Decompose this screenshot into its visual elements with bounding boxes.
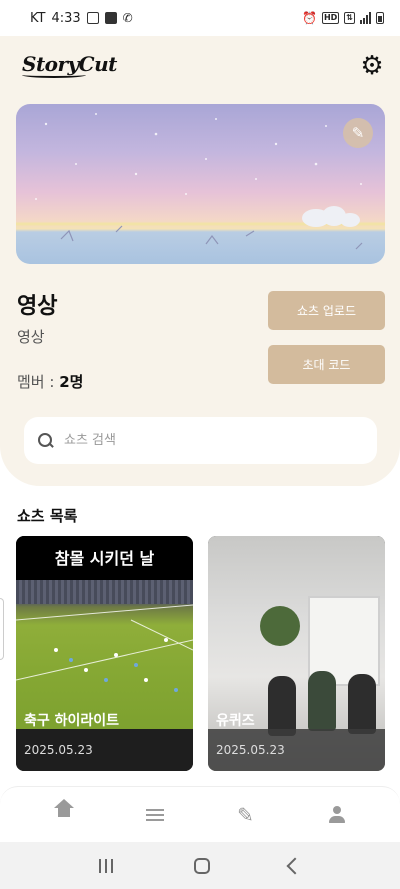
maps-icon [104, 12, 117, 24]
search-icon [38, 432, 54, 449]
shorts-card[interactable]: 참몰 시키던 날 축구 하이라이트 2025.05.23 [16, 536, 193, 771]
soccer-field-lines [16, 604, 193, 692]
pencil-icon: ✎ [237, 802, 254, 827]
status-left: KT 4:33 ✆ [30, 11, 133, 26]
lte-icon: ⇅ [344, 12, 355, 24]
carrier: KT [30, 10, 46, 26]
shorts-card[interactable]: 유퀴즈 2025.05.23 [208, 536, 385, 771]
card-date: 2025.05.23 [24, 743, 93, 757]
nav-profile[interactable] [307, 795, 367, 835]
thumbnail-person [348, 674, 376, 734]
bottom-nav: ✎ [0, 786, 400, 842]
shorts-section-title: 쇼츠 목록 [17, 507, 78, 525]
banner-illustration [16, 113, 385, 250]
back-icon[interactable] [286, 857, 304, 874]
member-label: 멤버 : [17, 373, 60, 391]
gear-icon[interactable]: ⚙ [358, 52, 386, 80]
search-bar[interactable] [24, 417, 377, 464]
status-bar: KT 4:33 ✆ ⏰ HD ⇅ [0, 0, 400, 36]
member-count: 2명 [59, 373, 84, 391]
member-count-row: 멤버 : 2명 [17, 371, 83, 392]
upload-shorts-button[interactable]: 쇼츠 업로드 [268, 291, 385, 330]
list-icon [145, 808, 164, 821]
logo-underline [22, 72, 86, 78]
missed-call-icon: ✆ [122, 11, 133, 25]
search-input[interactable] [64, 433, 364, 448]
card-caption: 축구 하이라이트 [24, 713, 120, 729]
recent-apps-icon[interactable] [99, 858, 116, 873]
nav-edit[interactable]: ✎ [216, 795, 276, 835]
alarm-icon: ⏰ [302, 11, 317, 25]
screenshot-icon [86, 12, 99, 24]
user-icon [328, 805, 346, 824]
battery-icon [376, 12, 384, 24]
card-date: 2025.05.23 [216, 743, 285, 757]
pencil-icon: ✎ [351, 124, 365, 142]
status-right: ⏰ HD ⇅ [302, 11, 384, 25]
hd-icon: HD [321, 12, 340, 24]
home-button-icon[interactable] [193, 857, 210, 874]
home-icon [53, 798, 74, 823]
signal-icon [360, 12, 371, 24]
edge-panel-handle[interactable] [0, 598, 4, 660]
nav-home[interactable] [34, 795, 94, 835]
thumbnail-plant [260, 606, 300, 646]
edit-banner-button[interactable]: ✎ [343, 118, 373, 148]
card-caption: 유퀴즈 [216, 713, 255, 729]
group-title: 영상 [17, 294, 58, 319]
thumbnail-person [308, 671, 336, 731]
status-time: 4:33 [51, 10, 81, 26]
thumbnail-person [268, 676, 296, 736]
thumbnail-overlay-text: 참몰 시키던 날 [16, 536, 193, 580]
nav-list[interactable] [125, 795, 185, 835]
system-nav-bar [0, 842, 400, 889]
group-subtitle: 영상 [17, 328, 45, 346]
group-banner-image [16, 104, 385, 264]
invite-code-button[interactable]: 초대 코드 [268, 345, 385, 384]
